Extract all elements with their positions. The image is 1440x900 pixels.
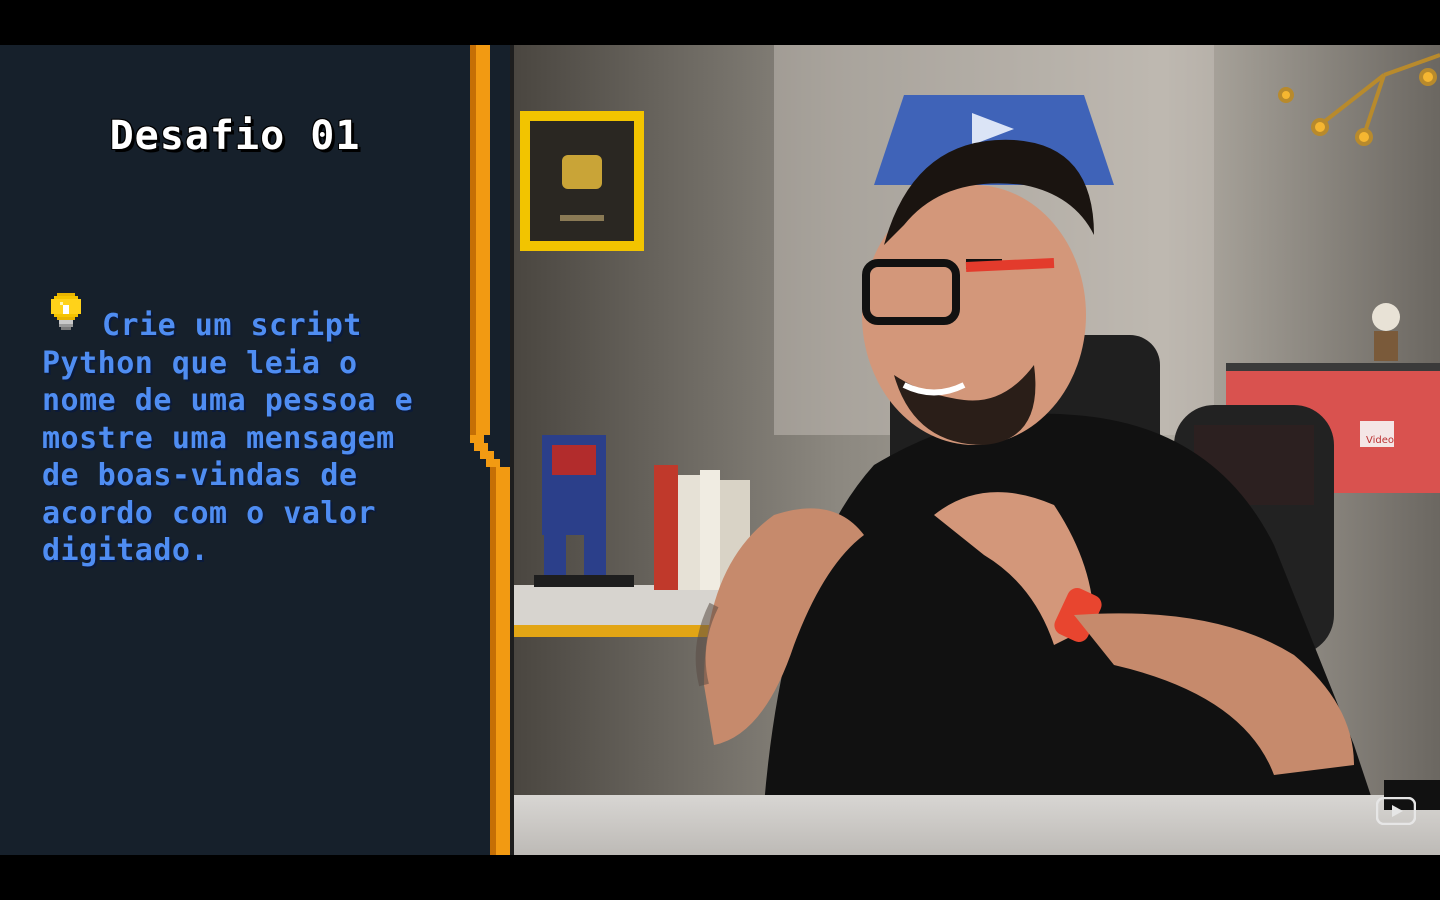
orange-pixel-border: [466, 45, 514, 855]
monitor-label: Video: [1366, 435, 1394, 446]
challenge-description: Crie um script Python que leia o nome de…: [42, 308, 414, 568]
challenge-panel: Desafio 01 Crie um script Python que lei…: [0, 45, 470, 855]
challenge-title: Desafio 01: [109, 113, 361, 159]
presenter-scene: Video: [514, 45, 1440, 855]
youtube-logo-icon[interactable]: [1376, 797, 1416, 825]
video-frame[interactable]: Desafio 01 Crie um script Python que lei…: [0, 45, 1440, 855]
